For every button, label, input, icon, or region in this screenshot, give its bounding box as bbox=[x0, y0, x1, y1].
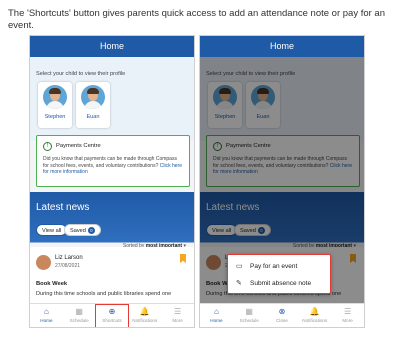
nav-notifications[interactable]: 🔔 Notifications bbox=[128, 304, 161, 327]
latest-news-title: Latest news bbox=[36, 202, 90, 213]
header-title: Home bbox=[200, 36, 364, 57]
child-name: Euan bbox=[86, 114, 100, 120]
nav-home[interactable]: ⌂ Home bbox=[200, 304, 233, 327]
bell-icon: 🔔 bbox=[309, 307, 320, 316]
menu-icon: ☰ bbox=[174, 307, 182, 316]
nav-schedule[interactable]: ▦ Schedule bbox=[233, 304, 266, 327]
bottom-nav: ⌂ Home ▦ Schedule ⊗ Close 🔔 Notifications ☰ M… bbox=[200, 303, 364, 327]
bookmark-icon[interactable] bbox=[180, 254, 186, 263]
nav-schedule[interactable]: ▦ Schedule bbox=[63, 304, 96, 327]
home-icon: ⌂ bbox=[213, 307, 219, 316]
view-all-button[interactable]: View all bbox=[36, 224, 68, 236]
author-avatar bbox=[36, 255, 51, 270]
pay-for-event-item[interactable]: ▭ Pay for an event bbox=[236, 262, 297, 270]
calendar-icon: ▦ bbox=[245, 307, 253, 316]
child-card-stephen[interactable]: Stephen bbox=[38, 82, 72, 128]
news-date: 27/08/2021 bbox=[55, 263, 81, 269]
home-icon: ⌂ bbox=[43, 307, 49, 316]
phone-screen-home: Home Select your child to view their pro… bbox=[29, 35, 195, 328]
phone-screen-shortcuts-open: Home Select your child to view their pro… bbox=[199, 35, 365, 328]
submit-absence-note-item[interactable]: ✎ Submit absence note bbox=[236, 279, 311, 287]
saved-button[interactable]: Saved 0 bbox=[64, 224, 101, 236]
payments-body: Did you know that payments can be made t… bbox=[43, 156, 182, 175]
nav-more[interactable]: ☰ More bbox=[161, 304, 194, 327]
nav-more[interactable]: ☰ More bbox=[331, 304, 364, 327]
news-text: During this time schools and public libr… bbox=[36, 291, 172, 297]
avatar bbox=[43, 85, 67, 109]
menu-icon: ☰ bbox=[344, 307, 352, 316]
shortcuts-menu: ▭ Pay for an event ✎ Submit absence note bbox=[227, 254, 331, 294]
child-name: Stephen bbox=[44, 114, 66, 120]
child-card-euan[interactable]: Euan bbox=[76, 82, 110, 128]
payments-title: Payments Centre bbox=[56, 143, 101, 149]
card-icon: ▭ bbox=[236, 263, 243, 270]
calendar-icon: ▦ bbox=[75, 307, 83, 316]
saved-count-badge: 0 bbox=[87, 227, 95, 234]
nav-notifications[interactable]: 🔔 Notifications bbox=[298, 304, 331, 327]
select-child-label: Select your child to view their profile bbox=[36, 71, 126, 77]
avatar bbox=[81, 85, 105, 109]
header-title: Home bbox=[30, 36, 194, 57]
payments-centre-card[interactable]: ! Payments Centre Did you know that paym… bbox=[36, 135, 190, 187]
bell-icon: 🔔 bbox=[139, 307, 150, 316]
nav-home[interactable]: ⌂ Home bbox=[30, 304, 63, 327]
news-card[interactable]: Liz Larson 27/08/2021 Book Week During t… bbox=[30, 247, 194, 305]
caption: The 'Shortcuts' button gives parents qui… bbox=[8, 8, 385, 31]
news-title: Book Week bbox=[36, 281, 68, 287]
edit-note-icon: ✎ bbox=[236, 280, 242, 287]
shortcuts-highlight bbox=[95, 304, 129, 327]
news-author: Liz Larson bbox=[55, 255, 83, 261]
nav-close[interactable]: ⊗ Close bbox=[266, 304, 299, 327]
info-icon: ! bbox=[43, 142, 52, 151]
close-circle-icon: ⊗ bbox=[278, 307, 286, 316]
